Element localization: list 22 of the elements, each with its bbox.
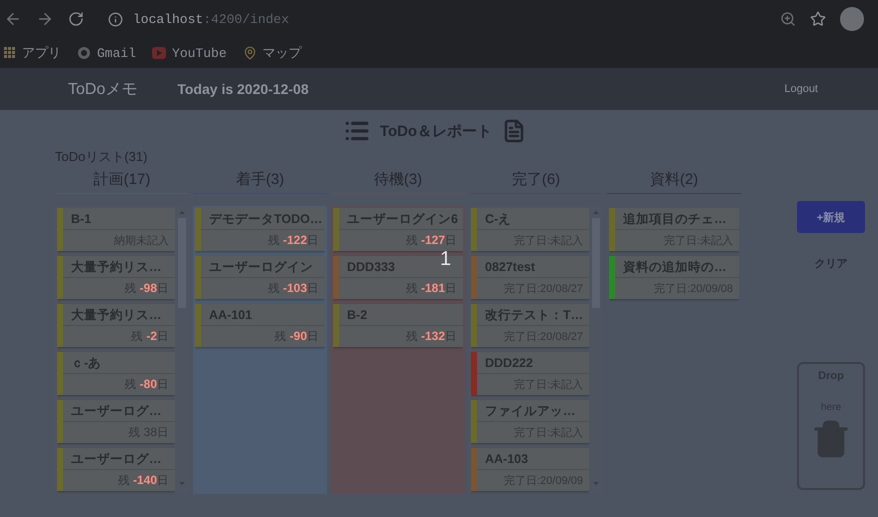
scrollbar[interactable] xyxy=(177,208,187,488)
forward-icon[interactable] xyxy=(36,10,54,28)
today-date: Today is 2020-12-08 xyxy=(177,81,310,97)
bookmark-link[interactable]: アプリ xyxy=(22,44,61,62)
scrollbar[interactable] xyxy=(591,208,601,488)
bookmark-link[interactable]: YouTube xyxy=(172,46,227,60)
app-brand[interactable]: ToDoメモ xyxy=(68,78,138,100)
map-pin-icon xyxy=(242,46,257,60)
bookmark-link[interactable]: Gmail xyxy=(97,46,136,60)
google-logo-icon xyxy=(77,46,91,60)
bookmark-link[interactable]: マップ xyxy=(262,44,302,62)
profile-avatar[interactable] xyxy=(840,7,864,31)
reload-icon[interactable] xyxy=(68,11,84,27)
info-icon[interactable] xyxy=(108,12,123,26)
apps-grid-icon xyxy=(4,47,16,59)
youtube-logo-icon xyxy=(152,47,166,59)
bookmark-star-icon[interactable] xyxy=(810,11,826,27)
logout-link[interactable]: Logout xyxy=(784,83,818,95)
zoom-icon[interactable] xyxy=(780,11,796,27)
back-icon[interactable] xyxy=(4,10,22,28)
new-button[interactable]: +新規 xyxy=(797,201,865,233)
address-bar[interactable]: localhost:4200/index xyxy=(98,12,766,26)
